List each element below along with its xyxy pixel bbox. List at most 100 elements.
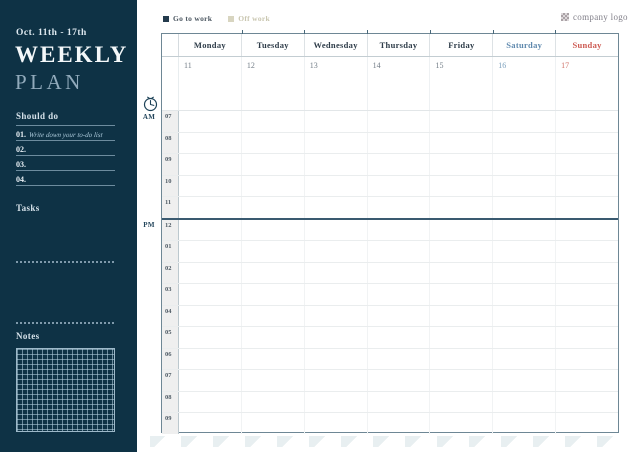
calendar-cell[interactable] xyxy=(430,284,493,305)
calendar-cell[interactable] xyxy=(430,349,493,370)
date-cell-14[interactable]: 14 xyxy=(368,57,431,110)
calendar-cell[interactable] xyxy=(368,349,431,370)
calendar-cell[interactable] xyxy=(556,197,618,218)
calendar-cell[interactable] xyxy=(368,392,431,413)
date-cell-12[interactable]: 12 xyxy=(242,57,305,110)
calendar-cell[interactable] xyxy=(179,154,242,175)
calendar-cell[interactable] xyxy=(242,111,305,132)
calendar-cell[interactable] xyxy=(305,349,368,370)
calendar-cell[interactable] xyxy=(179,197,242,218)
calendar-cell[interactable] xyxy=(242,370,305,391)
calendar-cell[interactable] xyxy=(242,263,305,284)
calendar-cell[interactable] xyxy=(368,241,431,262)
calendar-cell[interactable] xyxy=(179,220,242,241)
calendar-cell[interactable] xyxy=(179,133,242,154)
calendar-cell[interactable] xyxy=(242,197,305,218)
calendar-cell[interactable] xyxy=(430,392,493,413)
calendar-cell[interactable] xyxy=(242,176,305,197)
should-do-item[interactable]: 02. xyxy=(16,141,115,156)
calendar-cell[interactable] xyxy=(305,111,368,132)
calendar-cell[interactable] xyxy=(179,111,242,132)
calendar-cell[interactable] xyxy=(242,154,305,175)
calendar-cell[interactable] xyxy=(368,306,431,327)
calendar-cell[interactable] xyxy=(556,413,618,434)
calendar-cell[interactable] xyxy=(242,413,305,434)
calendar-cell[interactable] xyxy=(430,413,493,434)
calendar-cell[interactable] xyxy=(179,306,242,327)
calendar-cell[interactable] xyxy=(179,370,242,391)
calendar-cell[interactable] xyxy=(368,220,431,241)
calendar-cell[interactable] xyxy=(493,370,556,391)
calendar-cell[interactable] xyxy=(179,327,242,348)
calendar-cell[interactable] xyxy=(305,133,368,154)
calendar-cell[interactable] xyxy=(430,370,493,391)
calendar-cell[interactable] xyxy=(242,327,305,348)
calendar-cell[interactable] xyxy=(493,220,556,241)
calendar-cell[interactable] xyxy=(179,176,242,197)
calendar-cell[interactable] xyxy=(368,176,431,197)
calendar-cell[interactable] xyxy=(242,392,305,413)
calendar-cell[interactable] xyxy=(430,263,493,284)
calendar-cell[interactable] xyxy=(556,133,618,154)
calendar-cell[interactable] xyxy=(556,306,618,327)
calendar-cell[interactable] xyxy=(493,111,556,132)
date-cell-17[interactable]: 17 xyxy=(556,57,618,110)
calendar-cell[interactable] xyxy=(368,197,431,218)
calendar-cell[interactable] xyxy=(556,370,618,391)
calendar-cell[interactable] xyxy=(493,263,556,284)
calendar-cell[interactable] xyxy=(179,284,242,305)
notes-grid-area[interactable] xyxy=(16,348,115,432)
calendar-cell[interactable] xyxy=(242,284,305,305)
calendar-cell[interactable] xyxy=(242,349,305,370)
calendar-cell[interactable] xyxy=(242,220,305,241)
date-cell-13[interactable]: 13 xyxy=(305,57,368,110)
calendar-cell[interactable] xyxy=(556,241,618,262)
calendar-cell[interactable] xyxy=(493,176,556,197)
calendar-cell[interactable] xyxy=(368,133,431,154)
calendar-cell[interactable] xyxy=(305,413,368,434)
calendar-cell[interactable] xyxy=(430,111,493,132)
calendar-cell[interactable] xyxy=(242,133,305,154)
calendar-cell[interactable] xyxy=(556,154,618,175)
calendar-cell[interactable] xyxy=(430,176,493,197)
calendar-cell[interactable] xyxy=(305,370,368,391)
calendar-cell[interactable] xyxy=(368,263,431,284)
calendar-cell[interactable] xyxy=(179,392,242,413)
calendar-cell[interactable] xyxy=(305,197,368,218)
calendar-cell[interactable] xyxy=(179,413,242,434)
calendar-cell[interactable] xyxy=(493,413,556,434)
calendar-cell[interactable] xyxy=(305,263,368,284)
calendar-cell[interactable] xyxy=(493,392,556,413)
calendar-cell[interactable] xyxy=(368,413,431,434)
calendar-cell[interactable] xyxy=(556,327,618,348)
calendar-cell[interactable] xyxy=(430,327,493,348)
calendar-cell[interactable] xyxy=(556,349,618,370)
calendar-cell[interactable] xyxy=(305,241,368,262)
calendar-cell[interactable] xyxy=(368,284,431,305)
calendar-cell[interactable] xyxy=(305,327,368,348)
calendar-cell[interactable] xyxy=(556,220,618,241)
calendar-cell[interactable] xyxy=(493,349,556,370)
date-cell-15[interactable]: 15 xyxy=(430,57,493,110)
date-cell-16[interactable]: 16 xyxy=(493,57,556,110)
calendar-cell[interactable] xyxy=(242,241,305,262)
should-do-item[interactable]: 01.Write down your to-do list xyxy=(16,126,115,141)
calendar-cell[interactable] xyxy=(430,241,493,262)
calendar-cell[interactable] xyxy=(556,263,618,284)
calendar-cell[interactable] xyxy=(493,306,556,327)
calendar-cell[interactable] xyxy=(493,197,556,218)
calendar-cell[interactable] xyxy=(430,133,493,154)
calendar-cell[interactable] xyxy=(368,327,431,348)
calendar-cell[interactable] xyxy=(368,111,431,132)
calendar-cell[interactable] xyxy=(556,284,618,305)
calendar-cell[interactable] xyxy=(556,176,618,197)
calendar-cell[interactable] xyxy=(179,263,242,284)
calendar-cell[interactable] xyxy=(305,284,368,305)
calendar-cell[interactable] xyxy=(305,220,368,241)
calendar-cell[interactable] xyxy=(179,349,242,370)
calendar-cell[interactable] xyxy=(430,220,493,241)
calendar-cell[interactable] xyxy=(368,154,431,175)
should-do-item[interactable]: 03. xyxy=(16,156,115,171)
calendar-cell[interactable] xyxy=(430,197,493,218)
calendar-cell[interactable] xyxy=(430,306,493,327)
